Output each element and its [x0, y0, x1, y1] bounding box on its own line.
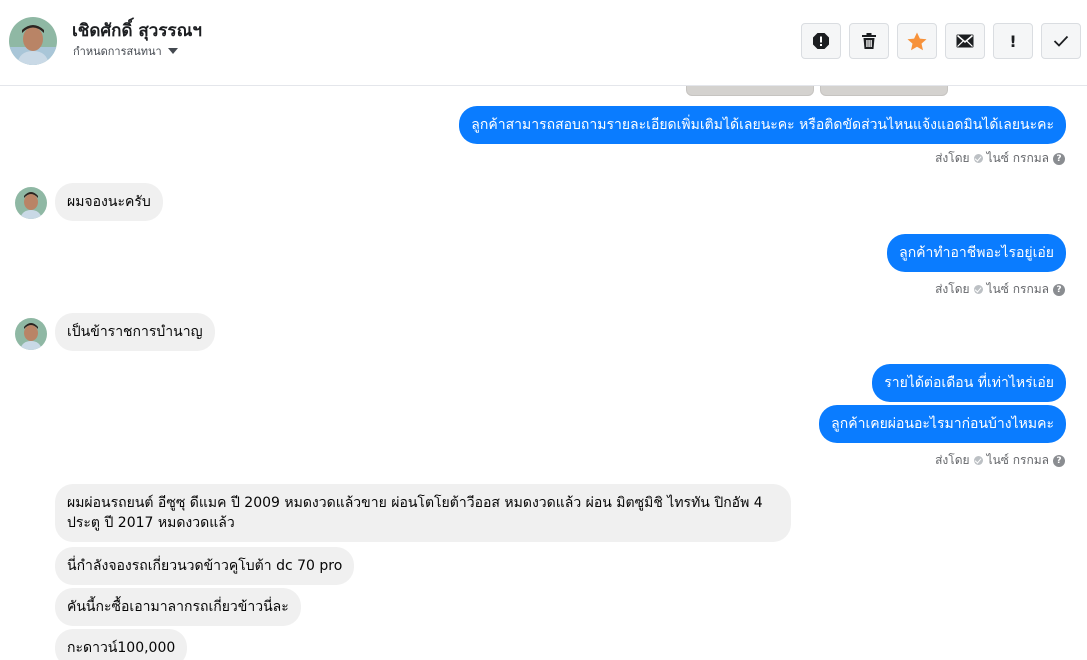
outgoing-message[interactable]: รายได้ต่อเดือน ที่เท่าไหร่เอ่ย [872, 364, 1066, 402]
incoming-message[interactable]: คันนี้กะซื้อเอามาลากรถเกี่ยวข้าวนี่ละ [55, 588, 301, 626]
conversation-header: เชิดศักดิ์ สุวรรณฯ กำหนดการสนทนา ! [0, 0, 1087, 86]
sent-by-info: ส่งโดย ไนซ์ กรกมล ? [935, 451, 1065, 470]
sent-by-info: ส่งโดย ไนซ์ กรกมล ? [935, 149, 1065, 168]
star-icon [907, 32, 927, 50]
assign-conversation-dropdown[interactable]: กำหนดการสนทนา [73, 42, 178, 60]
sent-by-label: ส่งโดย [935, 453, 970, 467]
check-icon [973, 285, 983, 294]
contact-avatar-small[interactable] [15, 187, 47, 219]
shared-image-thumbnail[interactable] [686, 86, 814, 96]
help-icon[interactable]: ? [1053, 454, 1065, 467]
trash-icon [862, 33, 876, 49]
help-icon[interactable]: ? [1053, 152, 1065, 165]
conversation-actions: ! [801, 23, 1081, 59]
outgoing-message[interactable]: ลูกค้าเคยผ่อนอะไรมาก่อนบ้างไหมคะ [819, 405, 1066, 443]
mark-done-button[interactable] [1041, 23, 1081, 59]
checkmark-icon [1053, 35, 1069, 47]
help-icon[interactable]: ? [1053, 283, 1065, 296]
shared-image-thumbnail[interactable] [820, 86, 948, 96]
sent-by-label: ส่งโดย [935, 151, 970, 165]
incoming-message[interactable]: ผมจองนะครับ [55, 183, 163, 221]
incoming-message[interactable]: กะดาวน์100,000 [55, 629, 188, 660]
sender-name: ไนซ์ กรกมล [986, 151, 1049, 165]
incoming-message[interactable]: นี่กำลังจองรถเกี่ยวนวดข้าวคูโบต้า dc 70 … [55, 547, 355, 585]
mail-icon [956, 34, 974, 48]
report-button[interactable] [801, 23, 841, 59]
contact-name: เชิดศักดิ์ สุวรรณฯ [72, 21, 202, 41]
sender-name: ไนซ์ กรกมล [986, 453, 1049, 467]
caret-down-icon [167, 48, 178, 54]
incoming-message[interactable]: เป็นข้าราชการบำนาญ [55, 313, 215, 351]
report-icon [813, 33, 829, 49]
follow-up-button[interactable]: ! [993, 23, 1033, 59]
mark-unread-button[interactable] [945, 23, 985, 59]
exclamation-icon: ! [1009, 31, 1017, 51]
incoming-message[interactable]: ผมผ่อนรถยนต์ อีซูซุ ดีแมค ปี 2009 หมดงวด… [55, 484, 791, 542]
sender-name: ไนซ์ กรกมล [986, 282, 1049, 296]
check-icon [973, 154, 983, 163]
star-button[interactable] [897, 23, 937, 59]
message-thread[interactable]: ลูกค้าสามารถสอบถามรายละเอียดเพิ่มเติมได้… [0, 86, 1087, 660]
outgoing-message[interactable]: ลูกค้าทำอาชีพอะไรอยู่เอ่ย [887, 234, 1066, 272]
sent-by-info: ส่งโดย ไนซ์ กรกมล ? [935, 280, 1065, 299]
assign-label: กำหนดการสนทนา [73, 45, 162, 58]
outgoing-message[interactable]: ลูกค้าสามารถสอบถามรายละเอียดเพิ่มเติมได้… [459, 106, 1066, 144]
contact-avatar-small[interactable] [15, 318, 47, 350]
contact-avatar[interactable] [9, 17, 57, 65]
delete-button[interactable] [849, 23, 889, 59]
sent-by-label: ส่งโดย [935, 282, 970, 296]
check-icon [973, 456, 983, 465]
